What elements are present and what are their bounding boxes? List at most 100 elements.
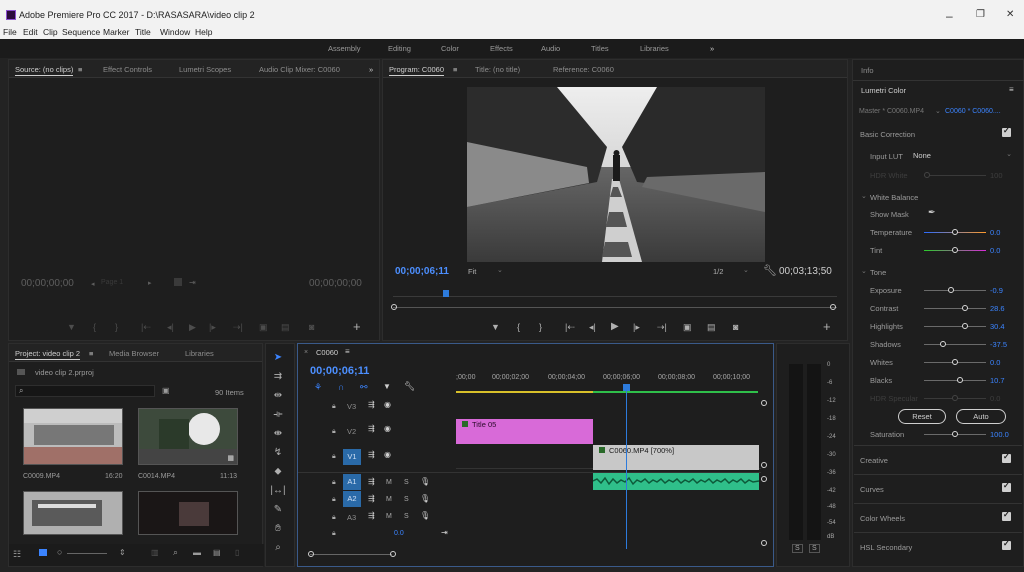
track-label-v1[interactable]: V1 <box>343 449 361 465</box>
resolution-chevron-down-icon[interactable]: ⌄ <box>743 266 749 274</box>
resolution-dropdown[interactable]: 1/2 <box>713 267 723 276</box>
mic-icon[interactable]: 🎙︎ <box>420 477 430 486</box>
saturation-slider[interactable] <box>924 431 986 437</box>
exposure-value[interactable]: -0.9 <box>990 286 1003 295</box>
zoom-slider[interactable] <box>67 553 107 554</box>
whites-value[interactable]: 0.0 <box>990 358 1000 367</box>
lock-icon[interactable]: 🔒︎ <box>332 479 336 487</box>
mark-in-icon[interactable]: { <box>517 322 520 332</box>
play-icon[interactable]: ▶ <box>611 321 619 332</box>
project-tab-menu-icon[interactable]: ≡ <box>89 349 93 358</box>
master-clip-label[interactable]: Master * C0060.MP4 <box>859 108 924 115</box>
hdr-white-slider[interactable] <box>924 172 986 178</box>
tint-knob[interactable] <box>952 247 958 253</box>
whites-slider[interactable] <box>924 359 986 365</box>
solo-right-button[interactable]: S <box>809 544 820 553</box>
highlights-slider[interactable] <box>924 323 986 329</box>
basic-correction-checkbox[interactable] <box>1002 126 1011 137</box>
a-scroll-bottom-handle[interactable] <box>761 540 767 546</box>
fit-chevron-down-icon[interactable]: ⌄ <box>497 266 503 274</box>
add-marker-icon[interactable]: ▼ <box>383 382 391 391</box>
source-export-frame-icon[interactable]: ◙ <box>309 322 314 332</box>
lumetri-title[interactable]: Lumetri Color <box>861 86 906 95</box>
lock-icon[interactable]: 🔒︎ <box>332 428 336 436</box>
solo-s[interactable]: S <box>404 496 409 503</box>
timeline-tab[interactable]: C0060 <box>316 348 338 357</box>
timeline-zoom-end[interactable] <box>390 551 396 557</box>
go-to-out-icon[interactable]: ⇢| <box>657 322 667 333</box>
selection-tool-icon[interactable]: ➤ <box>270 352 286 363</box>
go-to-in-icon[interactable]: |⇠ <box>565 322 575 333</box>
lock-icon[interactable]: 🔒︎ <box>332 514 336 522</box>
program-playhead[interactable] <box>443 290 449 297</box>
icon-view-icon[interactable] <box>39 549 47 556</box>
list-view-icon[interactable]: ☷ <box>13 549 21 560</box>
hdr-white-value[interactable]: 100 <box>990 171 1003 180</box>
menu-clip[interactable]: Clip <box>43 27 58 37</box>
tab-project[interactable]: Project: video clip 2 <box>15 349 81 360</box>
source-play-icon[interactable]: ▶ <box>189 322 196 333</box>
slip-tool-icon[interactable]: ⬥ <box>270 466 286 477</box>
hdr-specular-knob[interactable] <box>952 395 958 401</box>
hand-tool-icon[interactable]: ✋︎ <box>270 523 286 534</box>
mic-icon[interactable]: 🎙︎ <box>420 511 430 520</box>
contrast-value[interactable]: 28.6 <box>990 304 1005 313</box>
sync-lock-icon[interactable]: ⇶ <box>368 494 375 503</box>
temperature-knob[interactable] <box>952 229 958 235</box>
v-scroll-bottom-handle[interactable] <box>761 462 767 468</box>
workspace-editing[interactable]: Editing <box>388 44 411 53</box>
razor-tool-icon[interactable]: ↯ <box>270 447 286 458</box>
hdr-specular-slider[interactable] <box>924 395 986 401</box>
program-add-button-icon[interactable]: + <box>823 319 831 334</box>
master-chevron-icon[interactable]: ⌄ <box>935 107 941 115</box>
trash-icon[interactable]: ▯ <box>235 548 239 557</box>
hdr-white-knob[interactable] <box>924 172 930 178</box>
color-wheels-checkbox[interactable] <box>1002 510 1011 521</box>
tab-media-browser[interactable]: Media Browser <box>109 349 159 358</box>
source-overwrite-icon[interactable]: ▤ <box>281 322 290 333</box>
white-balance-chevron-icon[interactable]: ⌄ <box>861 192 867 200</box>
white-balance-header[interactable]: White Balance <box>870 193 918 202</box>
snap-icon[interactable]: ∩ <box>338 382 344 392</box>
time-ruler[interactable]: ;00;00 00;00;02;00 00;00;04;00 00;00;06;… <box>456 374 761 392</box>
menu-window[interactable]: Window <box>160 27 190 37</box>
color-wheels-section[interactable]: Color Wheels <box>854 503 1022 529</box>
whites-knob[interactable] <box>952 359 958 365</box>
add-marker-icon[interactable]: ▼ <box>491 322 500 332</box>
sync-lock-icon[interactable]: ⇶ <box>368 511 375 520</box>
nest-icon[interactable]: ⚘ <box>314 382 322 393</box>
workspace-audio[interactable]: Audio <box>541 44 560 53</box>
zoom-slider-handle[interactable]: ○ <box>57 547 62 557</box>
menu-edit[interactable]: Edit <box>23 27 38 37</box>
tab-source[interactable]: Source: (no clips) <box>15 65 74 76</box>
highlights-value[interactable]: 30.4 <box>990 322 1005 331</box>
tab-title[interactable]: Title: (no title) <box>475 65 520 74</box>
source-step-forward-icon[interactable]: |▸ <box>209 322 216 333</box>
menu-sequence[interactable]: Sequence <box>62 27 100 37</box>
mute-m[interactable]: M <box>386 479 392 486</box>
mic-icon[interactable]: 🎙︎ <box>420 494 430 503</box>
end-icon[interactable]: ⇥ <box>441 528 448 537</box>
tint-slider[interactable] <box>924 247 986 253</box>
lock-icon[interactable]: 🔒︎ <box>332 453 336 461</box>
lumetri-menu-icon[interactable]: ≡ <box>1009 85 1014 94</box>
step-back-icon[interactable]: ◂| <box>589 322 596 333</box>
track-label-v3[interactable]: V3 <box>347 402 356 411</box>
zoom-tool-icon[interactable]: ⌕ <box>270 542 286 553</box>
auto-button[interactable]: Auto <box>956 409 1006 424</box>
wrench-icon[interactable]: 🔧︎ <box>763 264 777 277</box>
pen-tool-icon[interactable]: ✎ <box>270 504 286 515</box>
temperature-value[interactable]: 0.0 <box>990 228 1000 237</box>
workspace-color[interactable]: Color <box>441 44 459 53</box>
curves-checkbox[interactable] <box>1002 481 1011 492</box>
menu-help[interactable]: Help <box>195 27 212 37</box>
tone-header[interactable]: Tone <box>870 268 886 277</box>
hdr-specular-value[interactable]: 0.0 <box>990 394 1000 403</box>
minimize-button[interactable]: – <box>946 9 953 23</box>
slide-tool-icon[interactable]: |↔| <box>270 485 286 496</box>
menu-marker[interactable]: Marker <box>103 27 129 37</box>
source-mark-in-icon[interactable]: { <box>93 322 96 332</box>
program-zoom-bar[interactable] <box>393 307 837 308</box>
source-page-back-icon[interactable]: ◂ <box>91 280 95 288</box>
shadows-slider[interactable] <box>924 341 986 347</box>
